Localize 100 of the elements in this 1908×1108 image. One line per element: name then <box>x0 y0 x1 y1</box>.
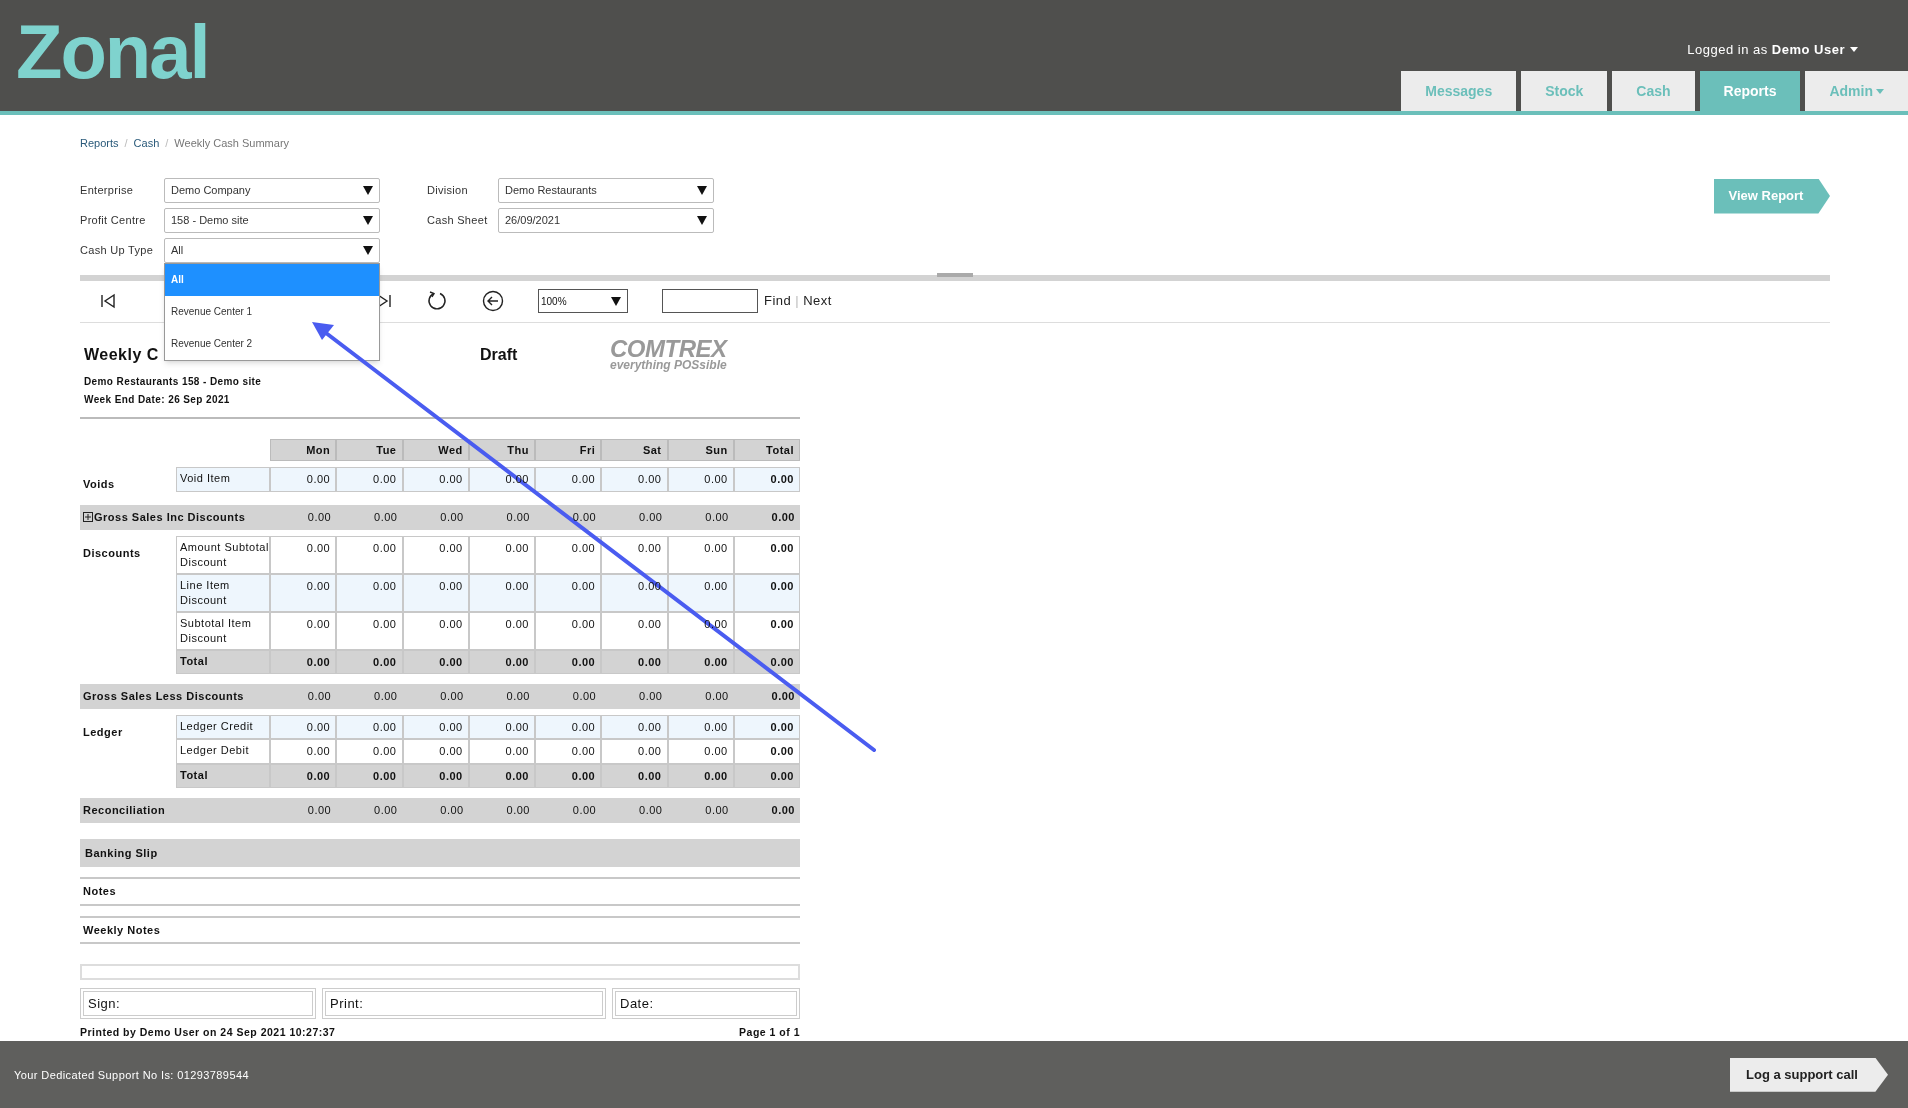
column-header: Tue <box>336 438 403 461</box>
breadcrumb-link[interactable]: Cash <box>133 135 160 152</box>
table-cell: 0.00 <box>733 739 800 764</box>
row-label: Ledger Credit <box>176 714 270 739</box>
table-cell: 0.00 <box>535 573 602 612</box>
table-cell-text: 0.00 <box>638 510 664 525</box>
signature-field[interactable]: Date: <box>615 991 797 1016</box>
page-number: Page 1 of 1 <box>739 1025 800 1040</box>
table-cell: 0.00 <box>336 763 403 788</box>
table-cell: 0.00 <box>667 714 734 739</box>
table-cell-text: 0.00 <box>505 689 531 704</box>
table-cell: 0.00 <box>336 611 403 650</box>
select-field[interactable]: 26/09/2021 <box>498 207 714 233</box>
support-number-text: Your Dedicated Support No Is: 01293789544 <box>14 1067 249 1083</box>
row-label: Gross Sales Inc Discounts <box>94 510 246 525</box>
dropdown-option[interactable]: Revenue Center 2 <box>165 327 379 360</box>
table-cell-text: 0.00 <box>638 689 664 704</box>
table-cell: 0.00 <box>535 649 602 674</box>
find-field[interactable] <box>662 289 758 313</box>
table-cell-text: 0.00 <box>373 689 399 704</box>
table-cell: 0.00 <box>270 467 337 492</box>
table-cell: 0.00 <box>733 467 800 492</box>
table-cell-text: 0.00 <box>505 510 531 525</box>
dropdown-option[interactable]: Revenue Center 1 <box>165 295 379 328</box>
table-cell: 0.00 <box>402 573 469 612</box>
logo[interactable]: Zonal <box>16 9 209 94</box>
table-cell-text: 0.00 <box>439 689 465 704</box>
signature-field[interactable]: Print: <box>325 991 603 1016</box>
field-label: Enterprise <box>80 182 135 198</box>
dropdown-arrow-icon <box>363 215 373 225</box>
table-cell: 0.00 <box>535 739 602 764</box>
first-page-icon[interactable] <box>100 293 116 309</box>
table-cell: 0.00 <box>402 714 469 739</box>
printed-by-text: Printed by Demo User on 24 Sep 2021 10:27:37 <box>80 1025 336 1040</box>
table-cell: 0.00 <box>733 535 800 574</box>
row-label: Total <box>176 649 270 674</box>
table-cell: 0.00 <box>468 611 535 650</box>
table-cell-text: 0.00 <box>770 803 796 818</box>
table-cell: 0.00 <box>601 649 668 674</box>
row-group-label: Discounts <box>83 546 141 559</box>
brand-logo: COMTREX everything POSsible <box>610 336 727 371</box>
table-cell-text: 0.00 <box>704 803 730 818</box>
table-cell: 0.00 <box>733 714 800 739</box>
table-cell-text: 0.00 <box>373 510 399 525</box>
table-cell: 0.00 <box>468 739 535 764</box>
field-label: Cash Up Type <box>80 242 155 258</box>
next-link[interactable]: Next <box>803 291 832 311</box>
report-subtitle: Demo Restaurants 158 - Demo site <box>84 374 263 389</box>
refresh-icon[interactable] <box>426 290 448 312</box>
table-cell-text: 0.00 <box>505 803 531 818</box>
table-cell: 0.00 <box>535 535 602 574</box>
notes-heading: Weekly Notes <box>80 915 800 944</box>
table-cell: 0.00 <box>336 535 403 574</box>
dropdown-arrow-icon <box>697 215 707 225</box>
table-cell: 0.00 <box>601 535 668 574</box>
select-field[interactable]: 158 - Demo site <box>164 207 380 233</box>
table-cell: 0.00 <box>535 467 602 492</box>
table-cell: 0.00 <box>270 739 337 764</box>
zoom-select[interactable]: 100% <box>538 289 628 313</box>
splitter-handle[interactable] <box>937 272 973 277</box>
row-label: Gross Sales Less Discounts <box>83 689 244 704</box>
back-icon[interactable] <box>482 290 504 312</box>
column-header: Wed <box>402 438 469 461</box>
caret-icon <box>1850 47 1858 53</box>
draft-label: Draft <box>480 345 518 363</box>
table-cell: 0.00 <box>270 714 337 739</box>
expand-icon[interactable] <box>83 512 93 523</box>
table-cell: 0.00 <box>667 739 734 764</box>
row-group-label: Voids <box>83 478 115 490</box>
column-header: Total <box>733 438 800 461</box>
row-group-label: Ledger <box>83 725 123 738</box>
table-cell-text: 0.00 <box>439 510 465 525</box>
table-cell: 0.00 <box>468 573 535 612</box>
select-field[interactable]: All <box>164 237 380 263</box>
table-cell-text: 0.00 <box>306 803 333 818</box>
breadcrumb-link[interactable]: Reports <box>80 135 119 152</box>
signature-field[interactable]: Sign: <box>83 991 313 1016</box>
report-title: Weekly C <box>84 345 159 363</box>
table-cell-text: 0.00 <box>704 689 730 704</box>
find-link[interactable]: Find <box>764 291 792 311</box>
row-label: Total <box>176 763 270 788</box>
user-menu[interactable]: Logged in as Demo User <box>1687 40 1845 60</box>
support-call-button[interactable]: Log a support call <box>1730 1057 1888 1092</box>
table-cell: 0.00 <box>270 573 337 612</box>
table-cell: 0.00 <box>601 714 668 739</box>
row-label: Void Item <box>176 467 270 492</box>
table-cell: 0.00 <box>336 739 403 764</box>
table-cell: 0.00 <box>601 467 668 492</box>
row-label: Amount Subtotal Discount <box>176 535 270 574</box>
field-label: Cash Sheet <box>427 212 489 228</box>
table-cell-text: 0.00 <box>306 510 333 525</box>
row-label: Subtotal Item Discount <box>176 611 270 650</box>
report-subtitle: Week End Date: 26 Sep 2021 <box>84 392 231 407</box>
section-heading: Banking Slip <box>80 838 800 867</box>
table-cell: 0.00 <box>733 573 800 612</box>
column-header: Fri <box>535 438 602 461</box>
select-field[interactable]: Demo Company <box>164 177 380 203</box>
table-cell: 0.00 <box>336 573 403 612</box>
select-field[interactable]: Demo Restaurants <box>498 177 714 203</box>
table-cell: 0.00 <box>336 649 403 674</box>
